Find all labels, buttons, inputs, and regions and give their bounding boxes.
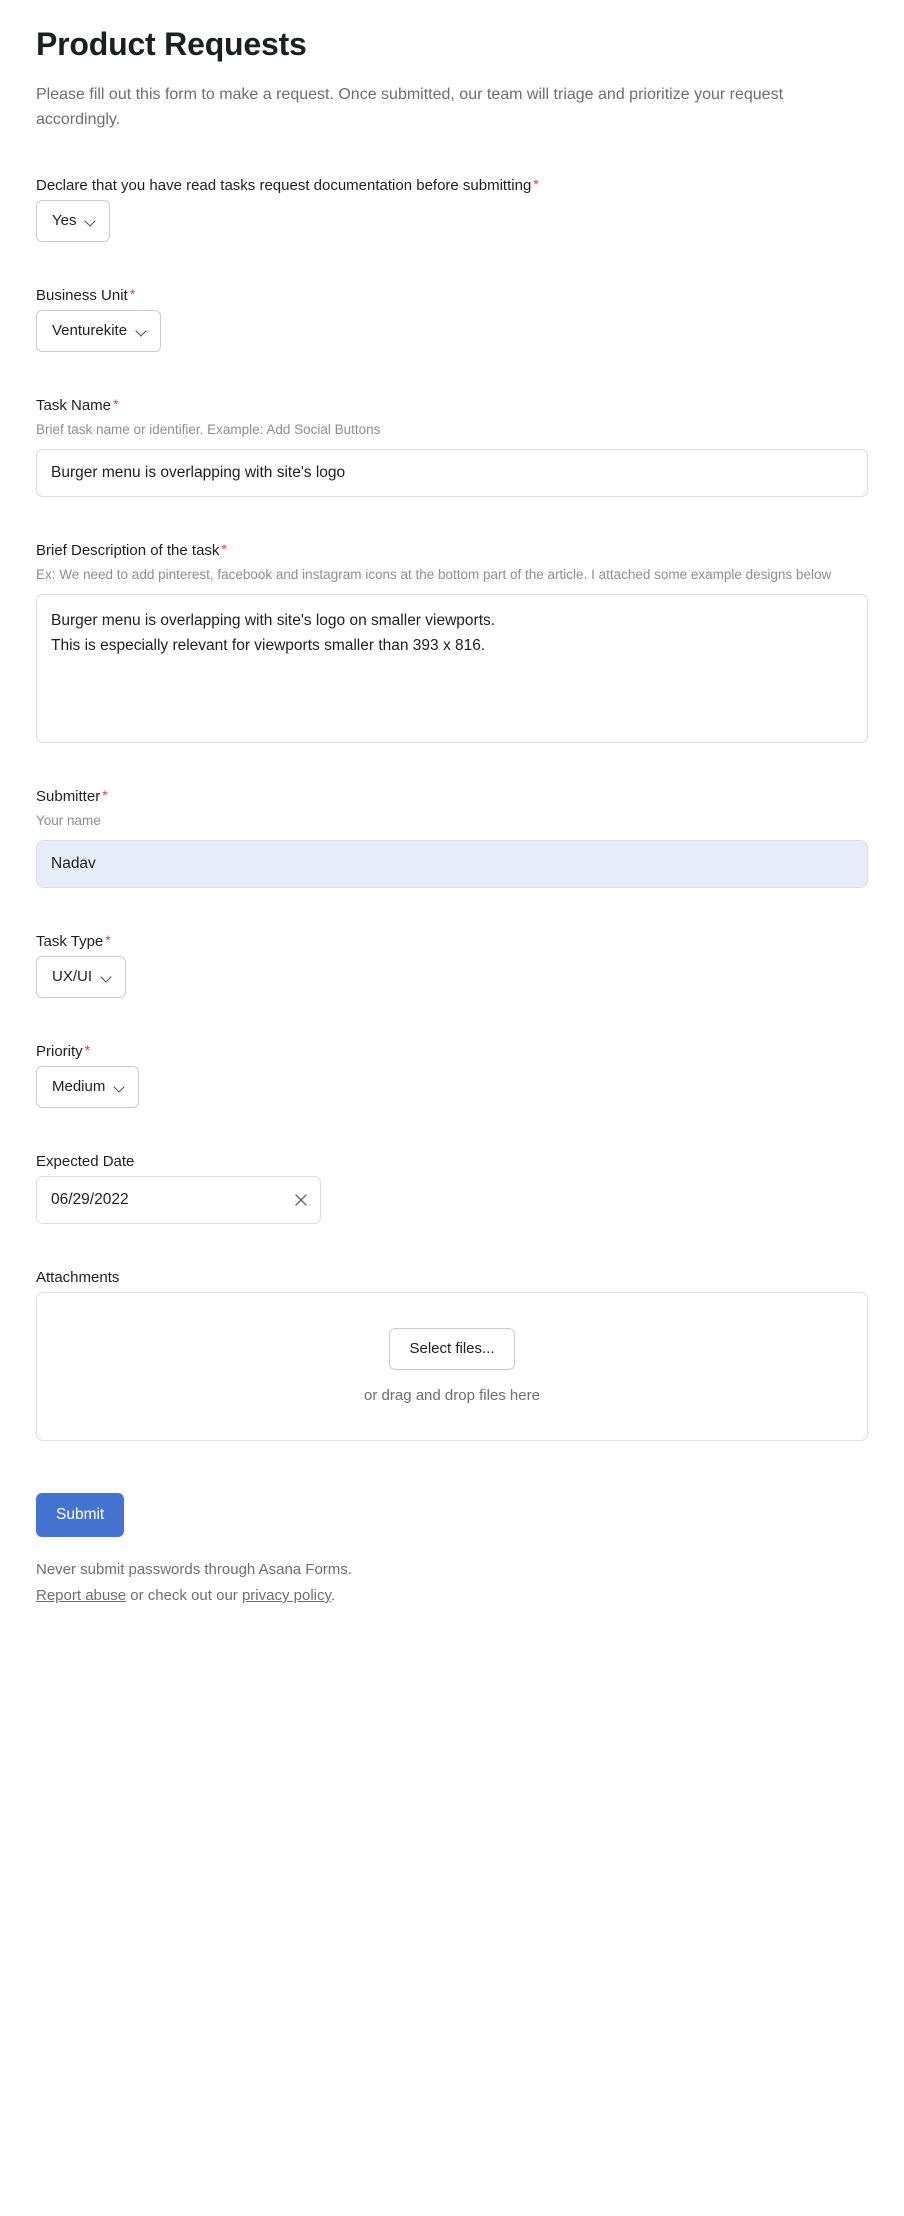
submit-button[interactable]: Submit — [36, 1493, 125, 1537]
field-task-name-label: Task Name * — [36, 396, 868, 416]
report-abuse-link[interactable]: Report abuse — [36, 1587, 126, 1604]
field-business-unit: Business Unit * Venturekite — [36, 286, 868, 352]
field-priority: Priority * Medium — [36, 1042, 868, 1108]
submit-area: Submit Never submit passwords through As… — [36, 1493, 868, 1609]
chevron-down-icon — [114, 1082, 125, 1093]
product-request-form-page: Product Requests Please fill out this fo… — [0, 0, 904, 1629]
select-files-button[interactable]: Select files... — [389, 1327, 515, 1370]
form-subtitle: Please fill out this form to make a requ… — [36, 86, 784, 128]
privacy-policy-link[interactable]: privacy policy — [242, 1587, 331, 1604]
field-submitter-help: Your name — [36, 813, 101, 828]
close-icon[interactable] — [292, 1191, 310, 1209]
footer-middle-text: or check out our — [126, 1587, 242, 1604]
footer-note: Never submit passwords through Asana For… — [36, 1557, 868, 1609]
field-priority-label: Priority * — [36, 1042, 868, 1062]
field-task-name: Task Name * Brief task name or identifier… — [36, 396, 868, 497]
required-asterisk: * — [129, 286, 136, 302]
expected-date-input[interactable] — [36, 1176, 321, 1224]
field-submitter-label: Submitter * — [36, 787, 868, 807]
drag-drop-hint: or drag and drop files here — [364, 1386, 540, 1404]
field-expected-date-label: Expected Date — [36, 1153, 135, 1170]
required-asterisk: * — [113, 396, 119, 412]
field-declare-label-text: Declare that you have read tasks request… — [36, 177, 532, 194]
field-declare-label: Declare that you have read tasks request… — [36, 176, 868, 196]
description-textarea[interactable]: Burger menu is overlapping with site's l… — [36, 594, 868, 743]
required-asterisk: * — [84, 1042, 91, 1058]
submitter-input[interactable] — [36, 840, 868, 888]
field-task-type-label-text: Task Type — [36, 933, 104, 950]
field-attachments-label: Attachments — [36, 1269, 120, 1286]
task-type-select-value: UX/UI — [52, 968, 93, 985]
required-asterisk: * — [105, 932, 111, 948]
field-description-label: Brief Description of the task * — [36, 541, 868, 561]
chevron-down-icon — [101, 972, 112, 983]
business-unit-select-value: Venturekite — [52, 322, 128, 339]
task-name-input[interactable] — [36, 449, 868, 497]
chevron-down-icon — [136, 326, 147, 337]
field-attachments: Attachments Select files... or drag and … — [36, 1268, 868, 1441]
priority-select[interactable]: Medium — [36, 1066, 140, 1108]
field-description-label-text: Brief Description of the task — [36, 542, 220, 559]
field-task-type-label: Task Type * — [36, 932, 868, 952]
field-task-name-help: Brief task name or identifier. Example: … — [36, 422, 381, 437]
task-type-select[interactable]: UX/UI — [36, 956, 127, 998]
field-business-unit-label: Business Unit * — [36, 286, 868, 306]
priority-select-value: Medium — [52, 1078, 106, 1095]
field-submitter-label-text: Submitter — [36, 788, 101, 805]
field-priority-label-text: Priority — [36, 1043, 83, 1060]
declare-select-value: Yes — [52, 212, 77, 229]
business-unit-select[interactable]: Venturekite — [36, 310, 162, 352]
field-declare: Declare that you have read tasks request… — [36, 176, 868, 242]
footer-links-line: Report abuse or check out our privacy po… — [36, 1583, 868, 1609]
page-title: Product Requests — [36, 26, 307, 62]
field-task-name-label-text: Task Name — [36, 397, 112, 414]
field-business-unit-label-text: Business Unit — [36, 287, 128, 304]
field-submitter: Submitter * Your name — [36, 787, 868, 888]
field-description-help: Ex: We need to add pinterest, facebook a… — [36, 567, 832, 582]
required-asterisk: * — [533, 176, 539, 192]
footer-warning: Never submit passwords through Asana For… — [36, 1561, 352, 1578]
attachments-dropzone[interactable]: Select files... or drag and drop files h… — [36, 1292, 868, 1441]
field-task-type: Task Type * UX/UI — [36, 932, 868, 998]
required-asterisk: * — [102, 787, 108, 803]
footer-period: . — [330, 1587, 336, 1604]
field-description: Brief Description of the task * Ex: We ne… — [36, 541, 868, 743]
declare-select[interactable]: Yes — [36, 200, 111, 242]
chevron-down-icon — [85, 216, 96, 227]
required-asterisk: * — [221, 541, 227, 557]
field-expected-date: Expected Date — [36, 1152, 868, 1224]
expected-date-wrap — [36, 1176, 321, 1224]
